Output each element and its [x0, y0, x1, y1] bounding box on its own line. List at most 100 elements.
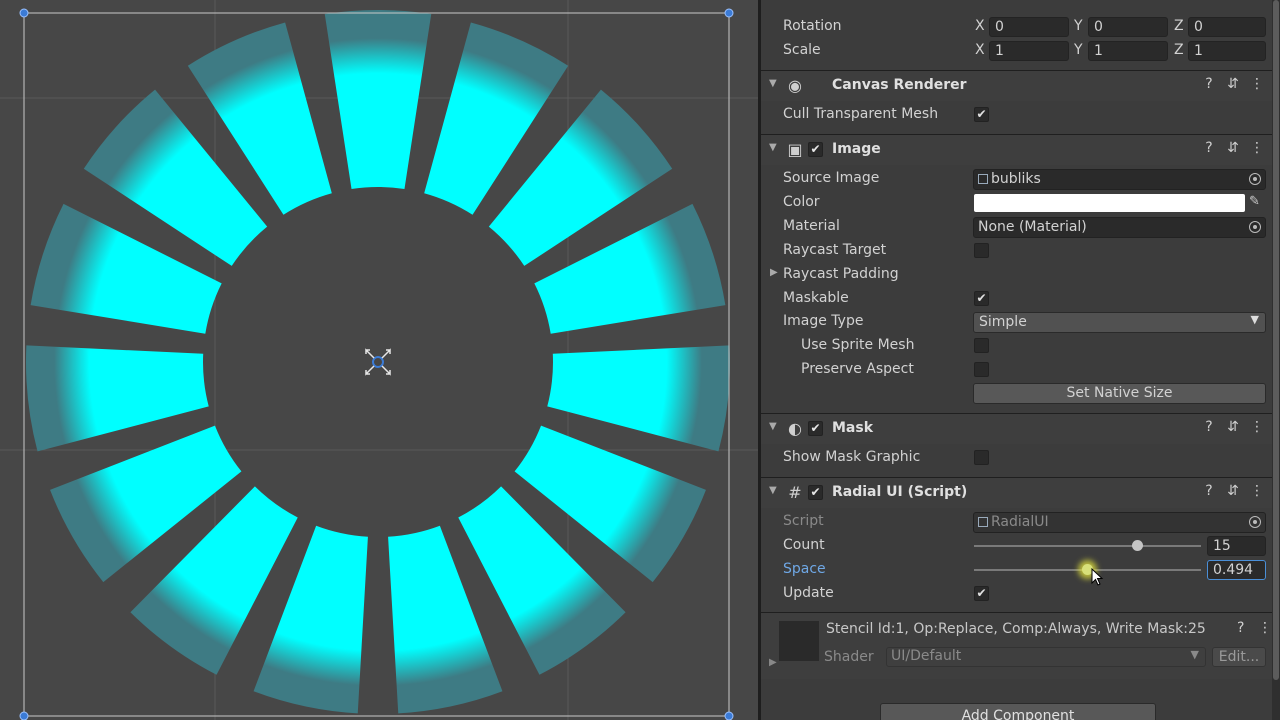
- add-component-button[interactable]: Add Component: [880, 703, 1156, 720]
- inspector-scrollbar-thumb[interactable]: [1273, 0, 1279, 680]
- raycast-target-row: Raycast Target: [761, 239, 1267, 263]
- use-sprite-mesh-label: Use Sprite Mesh: [801, 337, 915, 353]
- rect-handle-icon: [19, 8, 29, 18]
- canvas-renderer-header[interactable]: ▼ ◉ Canvas Renderer ? ⇵ ⋮: [761, 70, 1280, 101]
- mask-header[interactable]: ▼ ◐ ✔ Mask ? ⇵ ⋮: [761, 413, 1280, 444]
- material-label: Material: [783, 218, 840, 234]
- script-value: RadialUI: [991, 514, 1049, 530]
- menu-icon[interactable]: ⋮: [1249, 140, 1265, 156]
- preserve-aspect-checkbox[interactable]: [974, 362, 989, 377]
- script-file-icon: [978, 517, 988, 527]
- scale-row: Scale X 1 Y 1 Z 1: [761, 39, 1267, 63]
- color-label: Color: [783, 194, 820, 210]
- image-title: Image: [832, 141, 881, 157]
- eyedropper-icon[interactable]: ✎: [1249, 194, 1260, 209]
- scale-x-field[interactable]: 1: [989, 41, 1069, 61]
- axis-x-label: X: [975, 42, 985, 58]
- inspector-panel: Rotation X 0 Y 0 Z 0 Scale X 1 Y 1 Z 1 ▼…: [761, 0, 1280, 720]
- show-mask-graphic-checkbox[interactable]: [974, 450, 989, 465]
- stencil-info-text: Stencil Id:1, Op:Replace, Comp:Always, W…: [826, 621, 1206, 637]
- mask-component-icon: ◐: [788, 419, 802, 438]
- rotation-row: Rotation X 0 Y 0 Z 0: [761, 15, 1267, 39]
- help-icon[interactable]: ?: [1201, 419, 1217, 435]
- color-swatch[interactable]: [974, 194, 1245, 212]
- set-native-size-button[interactable]: Set Native Size: [973, 383, 1266, 404]
- help-icon[interactable]: ?: [1201, 76, 1217, 92]
- cull-transparent-row: Cull Transparent Mesh ✔: [761, 103, 1267, 127]
- scale-label: Scale: [783, 42, 821, 58]
- update-row: Update ✔: [761, 582, 1267, 606]
- eye-icon: ◉: [788, 76, 802, 95]
- help-icon[interactable]: ?: [1237, 620, 1244, 636]
- fold-arrow-icon[interactable]: ▼: [769, 421, 777, 432]
- scale-y-field[interactable]: 1: [1088, 41, 1168, 61]
- menu-icon[interactable]: ⋮: [1258, 620, 1272, 636]
- image-type-dropdown[interactable]: Simple ▼: [973, 312, 1266, 333]
- object-picker-icon[interactable]: [1249, 221, 1261, 233]
- scene-view[interactable]: [0, 0, 758, 720]
- mask-enabled-checkbox[interactable]: ✔: [808, 421, 823, 436]
- count-slider-track[interactable]: [974, 545, 1201, 547]
- raycast-target-checkbox[interactable]: [974, 243, 989, 258]
- maskable-checkbox[interactable]: ✔: [974, 291, 989, 306]
- space-row: Space 0.494: [761, 558, 1267, 586]
- rotation-x-field[interactable]: 0: [989, 17, 1069, 37]
- count-field[interactable]: 15: [1207, 536, 1266, 556]
- sprite-icon: [978, 174, 988, 184]
- axis-z-label: Z: [1174, 42, 1184, 58]
- raycast-padding-label: Raycast Padding: [783, 266, 899, 282]
- image-header[interactable]: ▼ ▣ ✔ Image ? ⇵ ⋮: [761, 134, 1280, 165]
- material-value: None (Material): [978, 219, 1087, 235]
- help-icon[interactable]: ?: [1201, 140, 1217, 156]
- expand-arrow-icon[interactable]: ▶: [770, 267, 778, 278]
- preset-icon[interactable]: ⇵: [1225, 419, 1241, 435]
- count-label: Count: [783, 537, 825, 553]
- axis-z-label: Z: [1174, 18, 1184, 34]
- source-image-label: Source Image: [783, 170, 880, 186]
- image-enabled-checkbox[interactable]: ✔: [808, 142, 823, 157]
- object-picker-icon: [1249, 516, 1261, 528]
- rotation-y-field[interactable]: 0: [1088, 17, 1168, 37]
- radial-ui-enabled-checkbox[interactable]: ✔: [808, 485, 823, 500]
- rotation-z-field[interactable]: 0: [1188, 17, 1266, 37]
- preset-icon[interactable]: ⇵: [1225, 140, 1241, 156]
- use-sprite-mesh-row: Use Sprite Mesh: [761, 334, 1267, 358]
- use-sprite-mesh-checkbox[interactable]: [974, 338, 989, 353]
- source-image-field[interactable]: bubliks: [973, 169, 1266, 190]
- pivot-icon: [372, 356, 384, 368]
- preset-icon[interactable]: ⇵: [1225, 76, 1241, 92]
- show-mask-graphic-row: Show Mask Graphic: [761, 446, 1267, 470]
- color-row: Color ✎: [761, 191, 1267, 215]
- shader-dropdown[interactable]: UI/Default ▼: [886, 647, 1206, 667]
- expand-arrow-icon[interactable]: ▶: [769, 657, 777, 668]
- count-slider-handle[interactable]: [1131, 540, 1143, 551]
- object-picker-icon[interactable]: [1249, 173, 1261, 185]
- fold-arrow-icon[interactable]: ▼: [769, 78, 777, 89]
- show-mask-graphic-label: Show Mask Graphic: [783, 449, 921, 465]
- cull-transparent-checkbox[interactable]: ✔: [974, 107, 989, 122]
- update-checkbox[interactable]: ✔: [974, 586, 989, 601]
- shader-edit-button[interactable]: Edit...: [1212, 647, 1266, 667]
- menu-icon[interactable]: ⋮: [1249, 483, 1265, 499]
- preset-icon[interactable]: ⇵: [1225, 483, 1241, 499]
- script-label: Script: [783, 513, 824, 529]
- material-field[interactable]: None (Material): [973, 217, 1266, 238]
- image-type-value: Simple: [979, 314, 1027, 330]
- help-icon[interactable]: ?: [1201, 483, 1217, 499]
- fold-arrow-icon[interactable]: ▼: [769, 485, 777, 496]
- scale-z-field[interactable]: 1: [1188, 41, 1266, 61]
- radial-ui-header[interactable]: ▼ # ✔ Radial UI (Script) ? ⇵ ⋮: [761, 477, 1280, 508]
- update-label: Update: [783, 585, 834, 601]
- fold-arrow-icon[interactable]: ▼: [769, 142, 777, 153]
- source-image-row: Source Image bubliks: [761, 167, 1267, 191]
- space-field[interactable]: 0.494: [1207, 560, 1266, 580]
- space-label: Space: [783, 561, 826, 577]
- menu-icon[interactable]: ⋮: [1249, 419, 1265, 435]
- anchor-arrow-icon: [381, 348, 391, 359]
- chevron-down-icon: ▼: [1190, 648, 1199, 661]
- cull-transparent-label: Cull Transparent Mesh: [783, 106, 939, 122]
- script-field: RadialUI: [973, 512, 1266, 533]
- raycast-padding-row[interactable]: ▶ Raycast Padding: [761, 263, 1267, 287]
- count-row: Count 15: [761, 534, 1267, 558]
- menu-icon[interactable]: ⋮: [1249, 76, 1265, 92]
